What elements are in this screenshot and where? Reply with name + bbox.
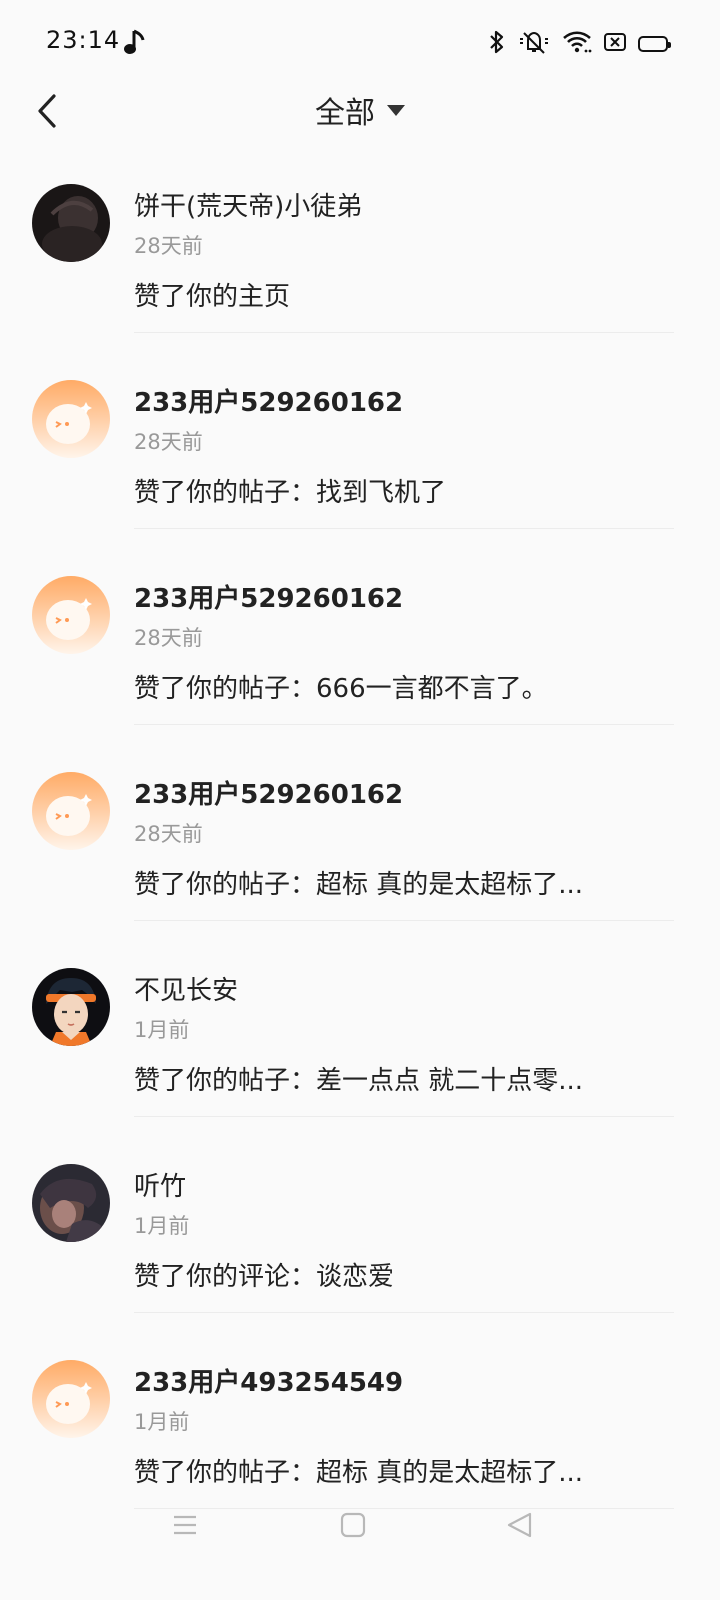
- bluetooth-icon: [488, 29, 506, 59]
- notification-message[interactable]: 赞了你的评论：谈恋爱: [134, 1256, 394, 1293]
- user-name[interactable]: 233用户529260162: [134, 774, 403, 811]
- divider: [134, 1116, 674, 1117]
- avatar[interactable]: [32, 576, 110, 654]
- notification-item[interactable]: 听竹 1月前赞了你的评论：谈恋爱: [0, 1148, 720, 1344]
- time-ago: 28天前: [134, 430, 203, 454]
- user-name[interactable]: 233用户529260162: [134, 382, 403, 419]
- user-name[interactable]: 听竹: [134, 1166, 186, 1203]
- sim-icon: [604, 32, 626, 56]
- notification-message[interactable]: 赞了你的帖子：差一点点 就二十点零...: [134, 1060, 583, 1097]
- user-name[interactable]: 233用户493254549: [134, 1362, 403, 1399]
- status-time: 23:14: [46, 26, 121, 54]
- divider: [134, 332, 674, 333]
- notification-message[interactable]: 赞了你的帖子：666一言都不言了。: [134, 668, 548, 705]
- time-ago: 28天前: [134, 822, 203, 846]
- avatar[interactable]: [32, 968, 110, 1046]
- user-name[interactable]: 不见长安: [134, 970, 238, 1007]
- divider: [134, 528, 674, 529]
- divider: [134, 724, 674, 725]
- time-ago: 28天前: [134, 234, 203, 258]
- notification-message[interactable]: 赞了你的帖子：找到飞机了: [134, 472, 446, 509]
- navigation-bar: [0, 1500, 720, 1600]
- battery-tip: [668, 42, 671, 48]
- avatar[interactable]: [32, 772, 110, 850]
- notification-message[interactable]: 赞了你的帖子：超标 真的是太超标了...: [134, 1452, 583, 1489]
- notification-message[interactable]: 赞了你的帖子：超标 真的是太超标了...: [134, 864, 583, 901]
- notification-item[interactable]: 饼干(荒天帝)小徒弟 28天前赞了你的主页: [0, 168, 720, 364]
- time-ago: 1月前: [134, 1214, 190, 1238]
- avatar[interactable]: [32, 380, 110, 458]
- wifi-icon: [562, 30, 592, 58]
- menu-icon[interactable]: [172, 1512, 198, 1542]
- back-triangle-icon[interactable]: [506, 1512, 534, 1542]
- user-name[interactable]: 233用户529260162: [134, 578, 403, 615]
- header: 全部: [0, 88, 720, 134]
- notification-item[interactable]: 233用户529260162 28天前赞了你的帖子：666一言都不言了。: [0, 560, 720, 756]
- title-dropdown[interactable]: 全部: [0, 88, 720, 132]
- music-note-icon: [124, 28, 148, 62]
- time-ago: 1月前: [134, 1018, 190, 1042]
- avatar[interactable]: [32, 1360, 110, 1438]
- notification-item[interactable]: 233用户529260162 28天前赞了你的帖子：超标 真的是太超标了...: [0, 756, 720, 952]
- time-ago: 28天前: [134, 626, 203, 650]
- status-bar: 23:14: [0, 0, 720, 88]
- divider: [134, 920, 674, 921]
- divider: [134, 1312, 674, 1313]
- notification-list: 饼干(荒天帝)小徒弟 28天前 赞了你的主页 233用户529260162 28天前 赞了…: [0, 168, 720, 1540]
- page-title: 全部: [315, 96, 375, 131]
- home-square-icon[interactable]: [340, 1512, 366, 1542]
- notification-item[interactable]: 不见长安 1月前赞了你的帖子：差一点点 就二十点零...: [0, 952, 720, 1148]
- mute-icon: [518, 29, 550, 59]
- time-ago: 1月前: [134, 1410, 190, 1434]
- caret-down-icon: [387, 104, 405, 116]
- notification-item[interactable]: 233用户529260162 28天前赞了你的帖子：找到飞机了: [0, 364, 720, 560]
- status-icons: [488, 29, 671, 59]
- back-button[interactable]: [34, 92, 62, 130]
- avatar[interactable]: [32, 184, 110, 262]
- avatar[interactable]: [32, 1164, 110, 1242]
- notification-message[interactable]: 赞了你的主页: [134, 276, 290, 313]
- chevron-left-icon: [38, 94, 56, 128]
- user-name[interactable]: 饼干(荒天帝)小徒弟: [134, 186, 362, 223]
- battery-icon: [638, 36, 671, 52]
